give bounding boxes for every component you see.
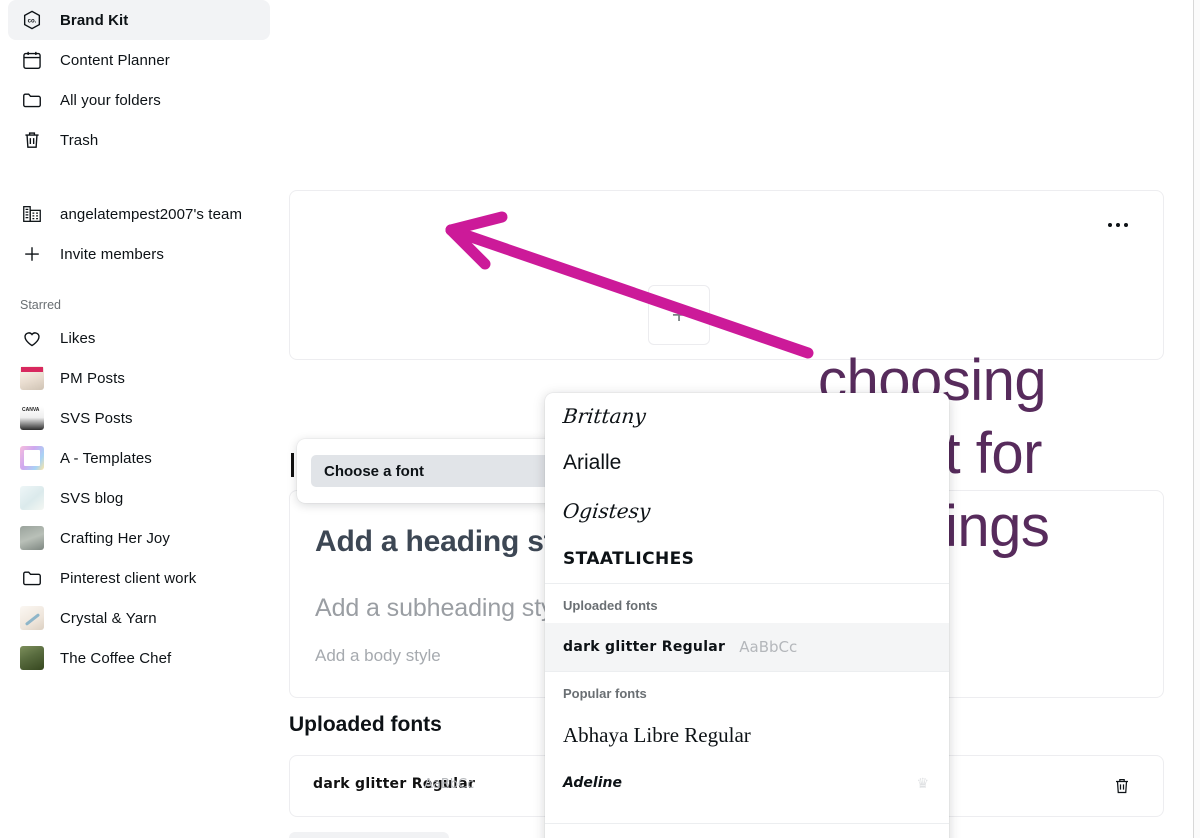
font-option-label: Arialle <box>563 451 622 474</box>
sidebar-item-crafting-her-joy[interactable]: Crafting Her Joy <box>8 518 270 558</box>
sidebar-item-a-templates-label: A - Templates <box>60 449 152 467</box>
font-option-label: Abhaya Libre Regular <box>563 722 751 747</box>
font-option-ogistesy[interactable]: Ogistesy <box>545 487 949 535</box>
folder-icon <box>20 566 44 590</box>
sidebar: co. Brand Kit Content Planner All your f… <box>0 0 278 838</box>
folder-thumb <box>20 486 44 510</box>
sidebar-item-svs-blog[interactable]: SVS blog <box>8 478 270 518</box>
font-family-select-value: Choose a font <box>324 462 424 480</box>
sidebar-item-team-label: angelatempest2007's team <box>60 205 243 223</box>
folder-thumb <box>20 366 44 390</box>
brand-kit-icon: co. <box>20 8 44 32</box>
uploaded-font-sample: AaBbCc <box>424 777 475 792</box>
folder-icon <box>20 88 44 112</box>
sidebar-item-invite-members-label: Invite members <box>60 245 164 263</box>
upload-a-font-button[interactable]: Upload a font ♛ <box>545 823 949 838</box>
folder-thumb <box>20 646 44 670</box>
sidebar-item-crystal-and-yarn-label: Crystal & Yarn <box>60 609 157 627</box>
sidebar-item-all-your-folders-label: All your folders <box>60 91 161 109</box>
sidebar-item-likes-label: Likes <box>60 329 96 347</box>
text-cursor <box>291 453 294 477</box>
font-option-arialle[interactable]: Arialle <box>545 439 949 487</box>
sidebar-item-content-planner[interactable]: Content Planner <box>8 40 270 80</box>
sidebar-item-likes[interactable]: Likes <box>8 318 270 358</box>
subheading-style-preview[interactable]: Add a subheading style <box>315 594 573 623</box>
add-color-swatch-button[interactable]: + <box>648 285 710 345</box>
sidebar-section-starred: Starred <box>20 298 61 312</box>
trash-icon <box>20 128 44 152</box>
font-option-brittany[interactable]: Brittany <box>545 393 949 439</box>
font-picker-dropdown: Brittany Arialle Ogistesy STAATLICHES Up… <box>545 393 949 838</box>
add-font-button[interactable] <box>289 832 449 838</box>
uploaded-fonts-section-title: Uploaded fonts <box>289 713 442 736</box>
sidebar-item-trash[interactable]: Trash <box>8 120 270 160</box>
delete-uploaded-font-button[interactable] <box>1108 772 1136 800</box>
font-option-staatliches[interactable]: STAATLICHES <box>545 535 949 583</box>
font-option-label: Ogistesy <box>561 499 652 523</box>
sidebar-item-all-your-folders[interactable]: All your folders <box>8 80 270 120</box>
group-label-popular-fonts: Popular fonts <box>545 671 949 711</box>
sidebar-item-svs-posts-label: SVS Posts <box>60 409 133 427</box>
brand-colors-card <box>289 190 1164 360</box>
body-style-preview[interactable]: Add a body style <box>315 646 441 666</box>
text-format-toolbar: Brittany Arialle Ogistesy STAATLICHES Up… <box>297 393 949 838</box>
font-option-abhaya-libre-regular[interactable]: Abhaya Libre Regular <box>545 711 949 759</box>
font-option-label: Brittany <box>561 404 648 428</box>
sidebar-item-crystal-and-yarn[interactable]: Crystal & Yarn <box>8 598 270 638</box>
folder-thumb <box>20 606 44 630</box>
font-option-label: STAATLICHES <box>563 549 695 569</box>
sidebar-item-brand-kit[interactable]: co. Brand Kit <box>8 0 270 40</box>
font-list[interactable]: Brittany Arialle Ogistesy STAATLICHES Up… <box>545 393 949 823</box>
sidebar-item-svs-blog-label: SVS blog <box>60 489 124 507</box>
calendar-icon <box>20 48 44 72</box>
heart-icon <box>20 326 44 350</box>
font-option-afrah[interactable]: Afrah ♛ <box>545 807 949 823</box>
sidebar-item-team[interactable]: angelatempest2007's team <box>8 194 270 234</box>
sidebar-item-pm-posts[interactable]: PM Posts <box>8 358 270 398</box>
font-family-select[interactable]: Choose a font <box>311 455 585 487</box>
folder-thumb <box>20 446 44 470</box>
team-icon <box>20 202 44 226</box>
font-option-label: dark glitter Regular <box>563 639 726 655</box>
sidebar-item-pinterest-client-work[interactable]: Pinterest client work <box>8 558 270 598</box>
folder-thumb <box>20 526 44 550</box>
sidebar-item-pm-posts-label: PM Posts <box>60 369 125 387</box>
svg-text:co.: co. <box>28 18 37 24</box>
sidebar-item-crafting-her-joy-label: Crafting Her Joy <box>60 529 170 547</box>
crown-icon: ♛ <box>916 774 929 791</box>
sidebar-item-invite-members[interactable]: Invite members <box>8 234 270 274</box>
sidebar-item-a-templates[interactable]: A - Templates <box>8 438 270 478</box>
font-option-dark-glitter-regular[interactable]: dark glitter Regular AaBbCc <box>545 623 949 671</box>
plus-icon <box>20 242 44 266</box>
font-option-label: Adeline <box>563 775 622 791</box>
right-edge-panel-sliver <box>1193 0 1200 838</box>
sidebar-item-pinterest-client-work-label: Pinterest client work <box>60 569 197 587</box>
sidebar-item-the-coffee-chef-label: The Coffee Chef <box>60 649 172 667</box>
font-option-sample: AaBbCc <box>739 638 798 656</box>
plus-icon: + <box>671 300 687 329</box>
sidebar-item-content-planner-label: Content Planner <box>60 51 170 69</box>
sidebar-item-the-coffee-chef[interactable]: The Coffee Chef <box>8 638 270 678</box>
sidebar-item-brand-kit-label: Brand Kit <box>60 11 129 29</box>
sidebar-item-trash-label: Trash <box>60 131 99 149</box>
folder-thumb: CANVA <box>20 406 44 430</box>
group-label-uploaded-fonts: Uploaded fonts <box>545 583 949 623</box>
sidebar-item-svs-posts[interactable]: CANVA SVS Posts <box>8 398 270 438</box>
more-options-icon[interactable] <box>1101 212 1135 238</box>
font-option-adeline[interactable]: Adeline ♛ <box>545 759 949 807</box>
